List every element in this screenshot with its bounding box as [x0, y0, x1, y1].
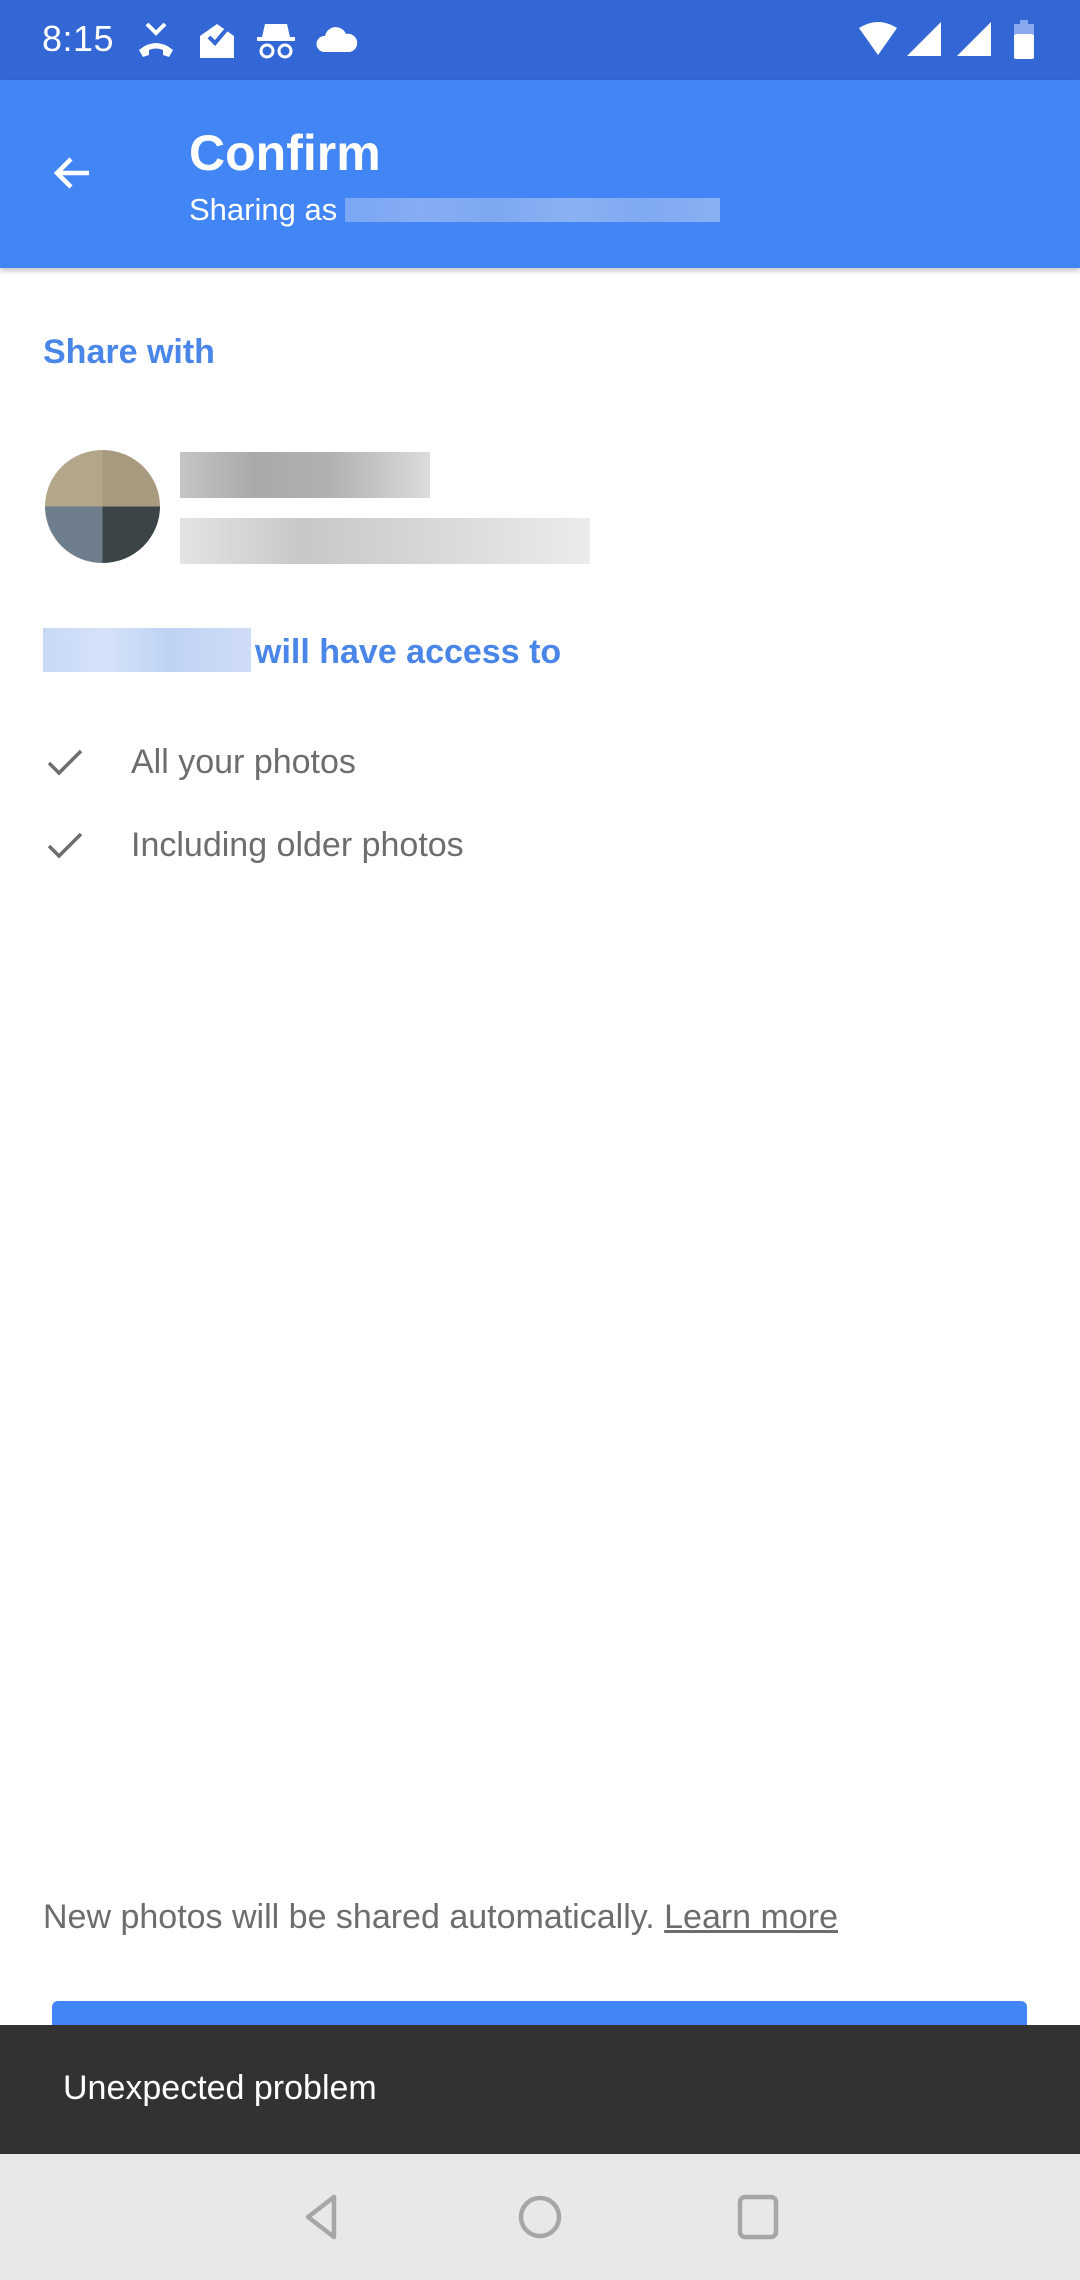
nav-home-button[interactable]: [505, 2184, 575, 2250]
access-item-label: Including older photos: [131, 825, 464, 864]
learn-more-link[interactable]: Learn more: [664, 1898, 838, 1936]
avatar: [45, 450, 160, 563]
wifi-icon: [853, 20, 903, 60]
share-with-header: Share with: [43, 333, 215, 371]
nav-back-button[interactable]: [287, 2184, 357, 2250]
mail-done-icon: [196, 20, 238, 60]
access-item: Including older photos: [45, 825, 464, 865]
recipient-email-redacted: [180, 518, 590, 564]
battery-icon: [1012, 20, 1036, 60]
access-header-text: will have access to: [255, 633, 562, 671]
cloud-icon: [316, 20, 358, 60]
recents-square-icon: [737, 2194, 779, 2240]
nav-recents-button[interactable]: [723, 2184, 793, 2250]
snackbar-message: Unexpected problem: [63, 2069, 377, 2107]
status-bar: 8:15: [0, 0, 1080, 80]
snackbar: Unexpected problem: [0, 2025, 1080, 2154]
navigation-bar: [0, 2154, 1080, 2280]
subtitle-prefix: Sharing as: [189, 192, 338, 227]
back-triangle-icon: [305, 2194, 337, 2240]
missed-call-icon: [135, 20, 177, 60]
page-subtitle: Sharing as: [189, 192, 721, 228]
access-item: All your photos: [45, 742, 356, 782]
home-circle-icon: [518, 2195, 562, 2239]
signal-icon: [953, 20, 995, 60]
check-icon: [47, 832, 83, 859]
redacted-recipient-name: [43, 628, 251, 672]
check-icon: [47, 749, 83, 776]
redacted-account: [345, 198, 721, 222]
back-button[interactable]: [40, 140, 106, 206]
signal-icon: [903, 20, 945, 60]
auto-share-note: New photos will be shared automatically.…: [43, 1898, 838, 1937]
arrow-left-icon: [53, 157, 89, 189]
access-item-label: All your photos: [131, 742, 356, 781]
auto-share-text: New photos will be shared automatically.: [43, 1898, 655, 1936]
recipient-name-redacted: [180, 452, 430, 498]
access-header: will have access to: [43, 628, 561, 672]
page-title: Confirm: [189, 125, 381, 181]
incognito-icon: [255, 20, 297, 60]
status-time: 8:15: [42, 18, 115, 59]
app-bar: Confirm Sharing as: [0, 80, 1080, 268]
